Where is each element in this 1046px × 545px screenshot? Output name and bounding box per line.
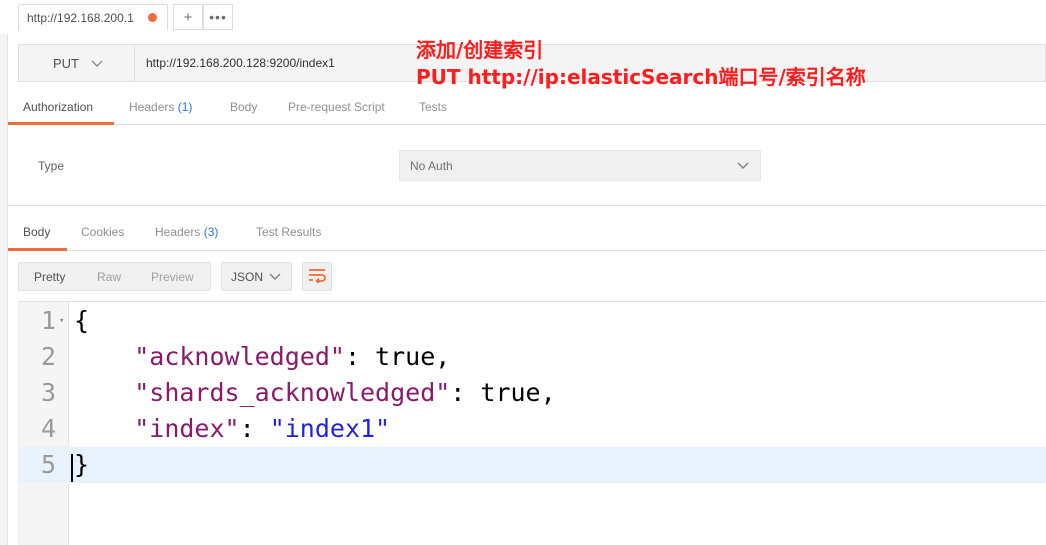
code-line: 4 "index": "index1" bbox=[18, 411, 1046, 447]
auth-type-value: No Auth bbox=[410, 159, 453, 173]
line-number: 1 bbox=[40, 306, 56, 335]
json-sep: : bbox=[344, 342, 376, 371]
tab-count: (1) bbox=[177, 100, 193, 114]
view-mode-switch: Pretty Raw Preview bbox=[18, 262, 211, 291]
code-line: 1 ▾ { bbox=[18, 303, 1046, 339]
code-line: 3 "shards_acknowledged": true, bbox=[18, 375, 1046, 411]
view-raw-button[interactable]: Raw bbox=[97, 270, 121, 284]
tab-pre-request-script[interactable]: Pre-request Script bbox=[288, 100, 385, 114]
active-tab-indicator bbox=[8, 248, 67, 251]
tab-strip: http://192.168.200.1 + ••• bbox=[0, 0, 1046, 34]
code-text: "acknowledged": true, bbox=[74, 339, 450, 375]
tab-label: Tests bbox=[419, 100, 448, 114]
request-tab[interactable]: http://192.168.200.1 bbox=[18, 4, 168, 30]
more-tabs-button[interactable]: ••• bbox=[203, 4, 233, 30]
text-cursor bbox=[71, 454, 73, 482]
view-preview-button[interactable]: Preview bbox=[151, 270, 194, 284]
chevron-down-icon bbox=[91, 56, 103, 71]
fold-arrow-icon[interactable]: ▾ bbox=[59, 303, 64, 339]
code-text: } bbox=[74, 450, 90, 479]
annotation-syntax: PUT http://ip:elasticSearch端口号/索引名称 bbox=[416, 65, 866, 89]
line-number: 2 bbox=[40, 342, 56, 371]
active-tab-indicator bbox=[8, 122, 114, 125]
line-number: 5 bbox=[40, 450, 56, 479]
code-text: "index": "index1" bbox=[74, 411, 390, 447]
tab-authorization[interactable]: Authorization bbox=[23, 100, 93, 114]
json-value: true bbox=[480, 378, 541, 407]
wrap-lines-button[interactable] bbox=[302, 262, 332, 291]
unsaved-dot-icon bbox=[148, 13, 157, 22]
tab-label: Authorization bbox=[23, 100, 94, 114]
sidebar-edge bbox=[0, 34, 8, 545]
auth-type-label: Type bbox=[38, 159, 65, 173]
json-key: "index" bbox=[134, 414, 240, 443]
method-value: PUT bbox=[53, 55, 79, 71]
tab-label: Body bbox=[23, 225, 51, 239]
code-text: { bbox=[74, 306, 90, 335]
code-line: 2 "acknowledged": true, bbox=[18, 339, 1046, 375]
url-input[interactable]: http://192.168.200.128:9200/index1 bbox=[146, 56, 335, 70]
tab-label: Headers bbox=[129, 100, 175, 114]
response-body-editor[interactable]: 1 ▾ { 2 "acknowledged": true, 3 "shards_… bbox=[18, 301, 1046, 545]
json-sep: : bbox=[239, 414, 270, 443]
tab-response-body[interactable]: Body bbox=[23, 225, 50, 239]
tab-response-headers[interactable]: Headers (3) bbox=[155, 225, 218, 239]
new-tab-button[interactable]: + bbox=[173, 4, 203, 30]
method-select[interactable]: PUT bbox=[19, 45, 135, 81]
tab-label: Test Results bbox=[256, 225, 322, 239]
tab-label: Pre-request Script bbox=[288, 100, 385, 114]
tab-label: Cookies bbox=[81, 225, 125, 239]
auth-type-select[interactable]: No Auth bbox=[399, 150, 761, 181]
tab-count: (3) bbox=[203, 225, 219, 239]
line-number: 3 bbox=[40, 378, 56, 407]
tab-headers[interactable]: Headers (1) bbox=[129, 100, 192, 114]
json-key: "acknowledged" bbox=[134, 342, 345, 371]
tab-test-results[interactable]: Test Results bbox=[256, 225, 321, 239]
json-value: true bbox=[375, 342, 436, 371]
format-select[interactable]: JSON bbox=[221, 262, 292, 291]
response-tabs: Body Cookies Headers (3) Test Results bbox=[8, 217, 1046, 251]
json-key: "shards_acknowledged" bbox=[134, 378, 451, 407]
request-tab-title: http://192.168.200.1 bbox=[27, 10, 134, 25]
tab-tests[interactable]: Tests bbox=[419, 100, 447, 114]
json-string-value: "index1" bbox=[269, 414, 391, 443]
annotation-title: 添加/创建索引 bbox=[416, 38, 544, 62]
view-pretty-button[interactable]: Pretty bbox=[34, 270, 65, 284]
request-tabs: Authorization Headers (1) Body Pre-reque… bbox=[8, 92, 1046, 125]
format-value: JSON bbox=[231, 270, 264, 284]
json-comma: , bbox=[435, 342, 451, 371]
authorization-panel: Type No Auth bbox=[8, 126, 1046, 206]
code-text: "shards_acknowledged": true, bbox=[74, 375, 556, 411]
chevron-down-icon bbox=[268, 269, 282, 286]
json-sep: : bbox=[450, 378, 481, 407]
tab-body[interactable]: Body bbox=[230, 100, 257, 114]
wrap-lines-icon bbox=[307, 267, 327, 286]
tab-label: Headers bbox=[155, 225, 201, 239]
code-line-current: 5 } bbox=[18, 447, 1046, 483]
tab-cookies[interactable]: Cookies bbox=[81, 225, 124, 239]
chevron-down-icon bbox=[736, 158, 750, 175]
tab-label: Body bbox=[230, 100, 258, 114]
line-number: 4 bbox=[40, 414, 56, 443]
json-comma: , bbox=[540, 378, 556, 407]
